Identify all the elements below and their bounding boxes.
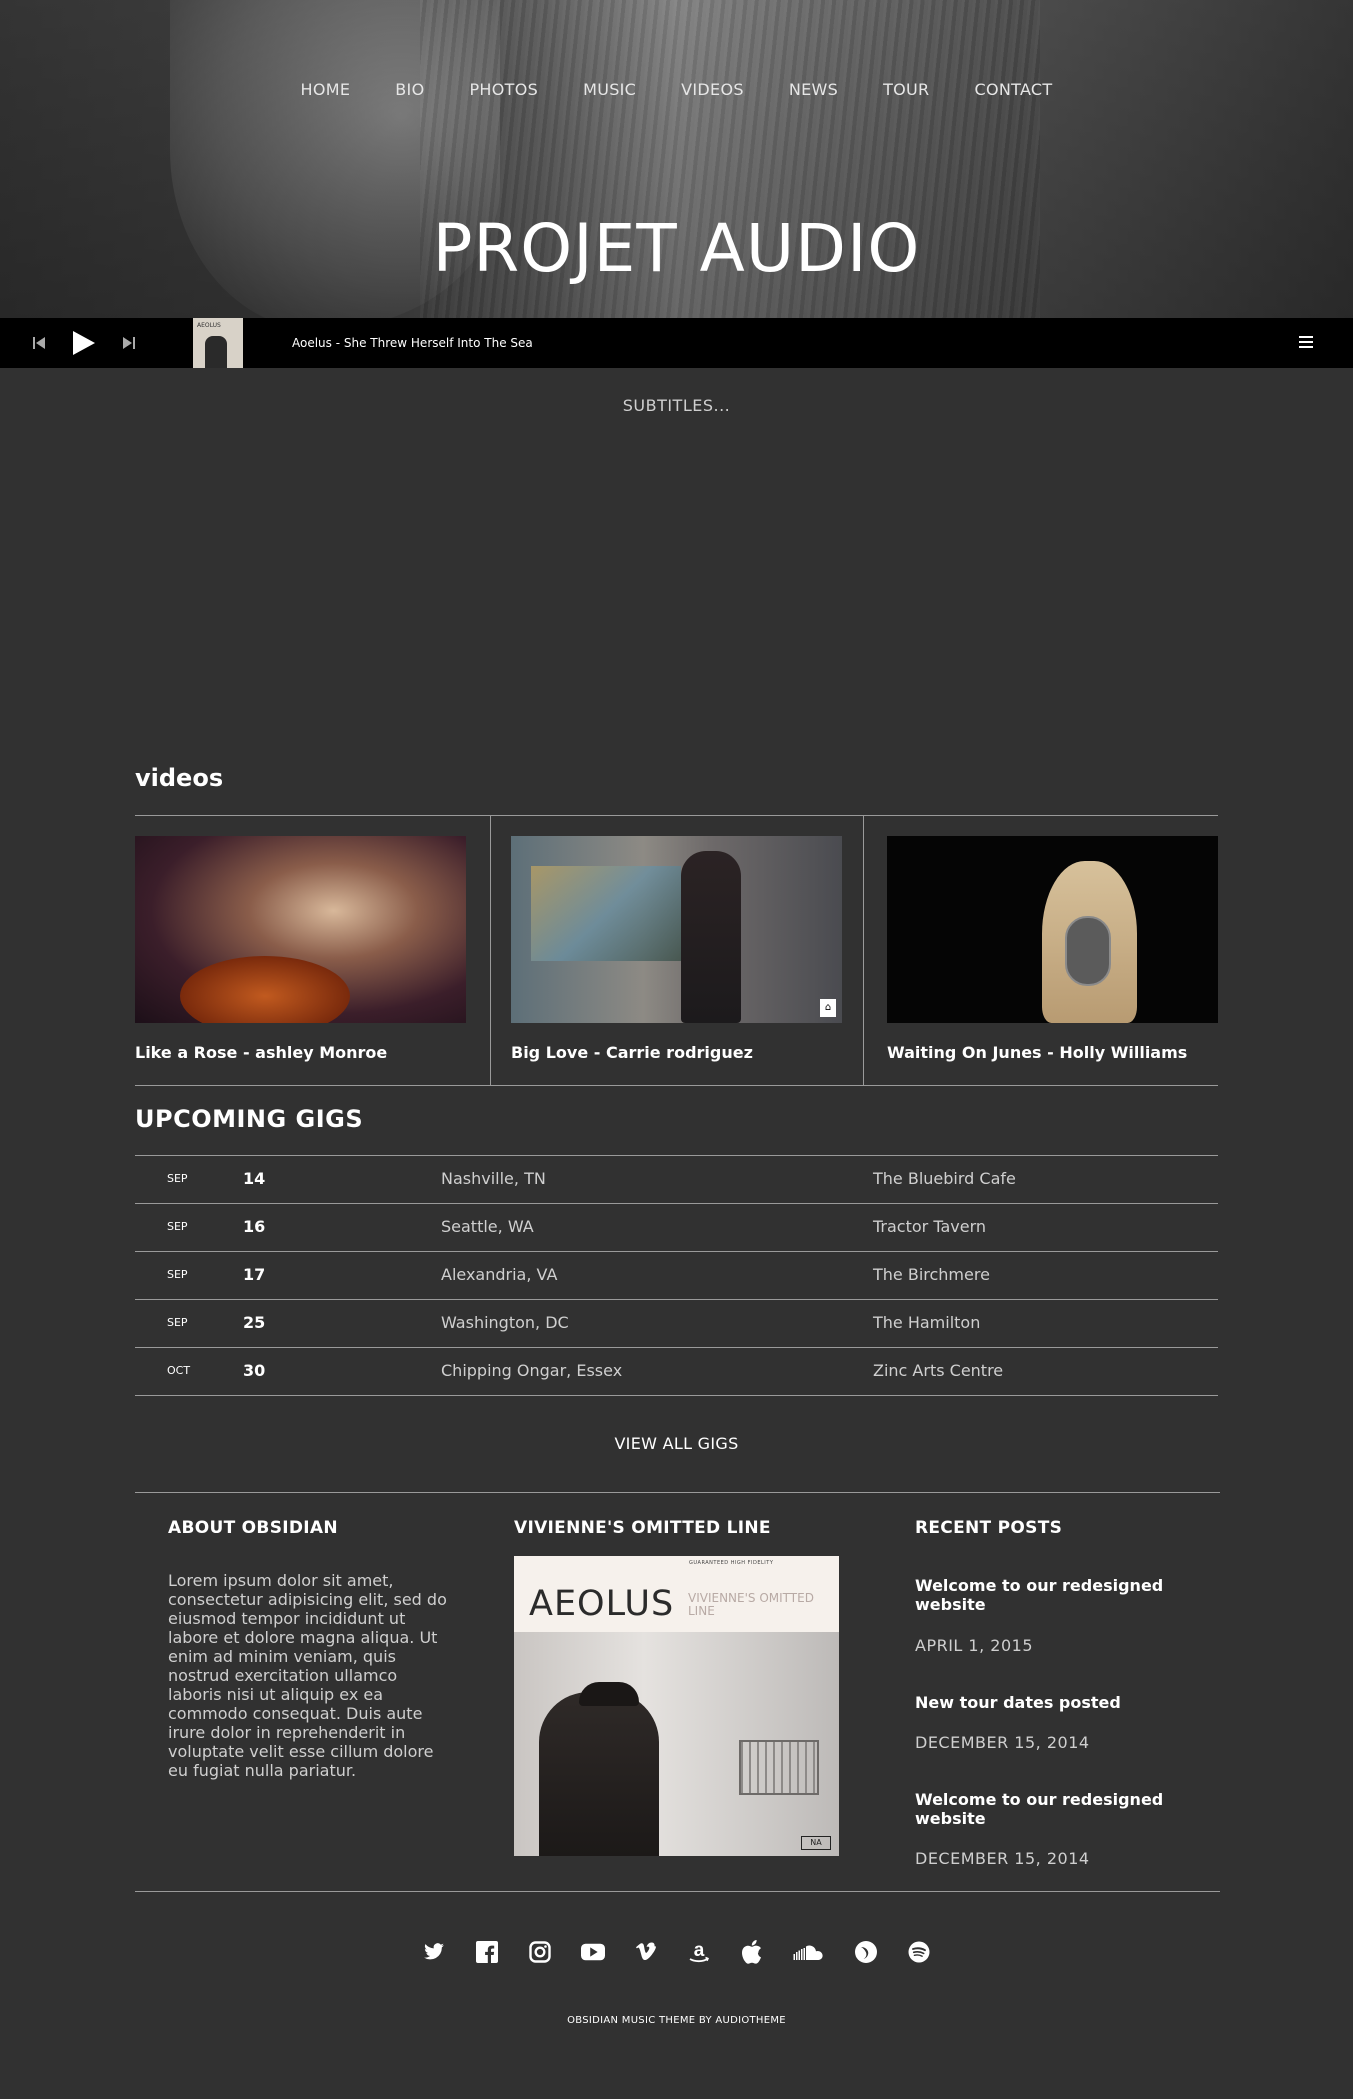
videos-heading: videos — [135, 764, 224, 792]
play-icon[interactable] — [66, 318, 100, 368]
subtitles: SUBTITLES... — [622, 396, 731, 415]
social-links: a — [0, 1940, 1353, 1964]
video-card[interactable]: Like a Rose - ashley Monroe — [135, 836, 466, 1062]
recent-posts-heading: RECENT POSTS — [915, 1518, 1063, 1538]
album-heading: VIVIENNE'S OMITTED LINE — [514, 1518, 771, 1538]
main-nav: HOME BIO PHOTOS MUSIC VIDEOS NEWS TOUR C… — [0, 80, 1353, 99]
post-title[interactable]: Welcome to our redesigned website — [915, 1576, 1195, 1614]
apple-icon[interactable] — [740, 1940, 764, 1964]
gig-row[interactable]: SEP 14 Nashville, TN The Bluebird Cafe — [135, 1155, 1218, 1203]
gig-day: 16 — [243, 1217, 266, 1236]
gig-month: OCT — [167, 1364, 191, 1377]
twitter-icon[interactable] — [422, 1940, 446, 1964]
gig-city: Nashville, TN — [441, 1169, 546, 1188]
previous-track-icon[interactable] — [28, 318, 50, 368]
about-heading: ABOUT OBSIDIAN — [168, 1518, 338, 1538]
now-playing-title: Aoelus - She Threw Herself Into The Sea — [292, 336, 533, 350]
gig-row[interactable]: SEP 16 Seattle, WA Tractor Tavern — [135, 1203, 1218, 1251]
gig-month: SEP — [167, 1172, 188, 1185]
video-title[interactable]: Like a Rose - ashley Monroe — [135, 1043, 466, 1062]
gigs-heading: UPCOMING GIGS — [135, 1105, 364, 1133]
bandcamp-icon[interactable] — [854, 1940, 878, 1964]
gig-venue: Tractor Tavern — [873, 1217, 987, 1236]
gig-month: SEP — [167, 1220, 188, 1233]
gig-city: Washington, DC — [441, 1313, 569, 1332]
gig-row[interactable]: SEP 17 Alexandria, VA The Birchmere — [135, 1251, 1218, 1299]
post-title[interactable]: New tour dates posted — [915, 1693, 1195, 1712]
gig-city: Chipping Ongar, Essex — [441, 1361, 623, 1380]
video-card[interactable]: Waiting On Junes - Holly Williams — [887, 836, 1218, 1062]
gig-day: 17 — [243, 1265, 266, 1284]
video-title[interactable]: Big Love - Carrie rodriguez — [511, 1043, 842, 1062]
svg-text:a: a — [694, 1940, 705, 1961]
facebook-icon[interactable] — [475, 1940, 499, 1964]
about-text: Lorem ipsum dolor sit amet, consectetur … — [168, 1571, 447, 1780]
video-thumbnail[interactable] — [887, 836, 1218, 1023]
gig-day: 25 — [243, 1313, 266, 1332]
nav-news[interactable]: NEWS — [766, 80, 860, 99]
amazon-icon[interactable]: a — [687, 1940, 711, 1964]
soundcloud-icon[interactable] — [793, 1940, 825, 1964]
gig-day: 30 — [243, 1361, 266, 1380]
playlist-menu-icon[interactable] — [1299, 318, 1313, 368]
gig-venue: Zinc Arts Centre — [873, 1361, 1004, 1380]
divider — [135, 1891, 1220, 1892]
divider — [490, 815, 491, 1085]
post-date: APRIL 1, 2015 — [915, 1636, 1033, 1655]
divider — [863, 815, 864, 1085]
site-title[interactable]: PROJET AUDIO — [0, 210, 1353, 287]
video-title[interactable]: Waiting On Junes - Holly Williams — [887, 1043, 1218, 1062]
track-artwork: AEOLUS — [193, 318, 243, 368]
video-thumbnail[interactable]: ⌂ — [511, 836, 842, 1023]
gig-row[interactable]: OCT 30 Chipping Ongar, Essex Zinc Arts C… — [135, 1347, 1218, 1395]
video-thumbnail[interactable] — [135, 836, 466, 1023]
divider — [135, 1085, 1218, 1086]
post-date: DECEMBER 15, 2014 — [915, 1849, 1090, 1868]
gig-month: SEP — [167, 1316, 188, 1329]
gig-venue: The Bluebird Cafe — [873, 1169, 1016, 1188]
nav-music[interactable]: MUSIC — [561, 80, 659, 99]
nav-videos[interactable]: VIDEOS — [659, 80, 767, 99]
gig-city: Seattle, WA — [441, 1217, 534, 1236]
nav-contact[interactable]: CONTACT — [952, 80, 1075, 99]
divider — [135, 1492, 1220, 1493]
divider — [135, 1395, 1218, 1396]
gig-day: 14 — [243, 1169, 266, 1188]
divider — [135, 815, 1218, 816]
nav-bio[interactable]: BIO — [373, 80, 447, 99]
gig-city: Alexandria, VA — [441, 1265, 558, 1284]
audio-player-bar: AEOLUS Aoelus - She Threw Herself Into T… — [0, 318, 1353, 368]
nav-tour[interactable]: TOUR — [861, 80, 952, 99]
instagram-icon[interactable] — [528, 1940, 552, 1964]
label-logo-icon: NA — [801, 1836, 831, 1850]
gig-venue: The Hamilton — [873, 1313, 981, 1332]
video-card[interactable]: ⌂ Big Love - Carrie rodriguez — [511, 836, 842, 1062]
nav-home[interactable]: HOME — [278, 80, 373, 99]
next-track-icon[interactable] — [118, 318, 140, 368]
watermark-icon: ⌂ — [820, 999, 836, 1017]
spotify-icon[interactable] — [907, 1940, 931, 1964]
gig-row[interactable]: SEP 25 Washington, DC The Hamilton — [135, 1299, 1218, 1347]
vimeo-icon[interactable] — [634, 1940, 658, 1964]
nav-photos[interactable]: PHOTOS — [447, 80, 561, 99]
footer-credit[interactable]: OBSIDIAN MUSIC THEME BY AUDIOTHEME — [0, 2015, 1353, 2026]
post-date: DECEMBER 15, 2014 — [915, 1733, 1090, 1752]
gig-venue: The Birchmere — [873, 1265, 990, 1284]
post-title[interactable]: Welcome to our redesigned website — [915, 1790, 1195, 1828]
gig-month: SEP — [167, 1268, 188, 1281]
view-all-gigs-link[interactable]: VIEW ALL GIGS — [0, 1434, 1353, 1453]
album-cover[interactable]: GUARANTEED HIGH FIDELITY AEOLUS VIVIENNE… — [514, 1556, 839, 1856]
youtube-icon[interactable] — [581, 1940, 605, 1964]
hero-banner: HOME BIO PHOTOS MUSIC VIDEOS NEWS TOUR C… — [0, 0, 1353, 318]
